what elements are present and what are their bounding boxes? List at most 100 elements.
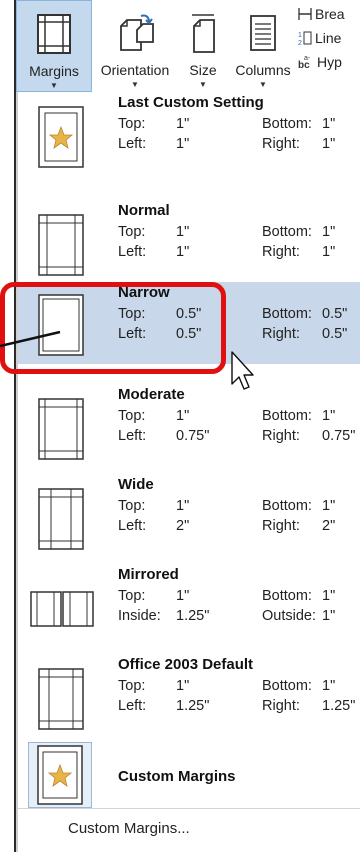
top-value: 1" (176, 224, 190, 240)
columns-icon (248, 10, 278, 56)
top-label: Top: (118, 408, 146, 424)
right-label: Right: (262, 518, 300, 534)
margins-button[interactable]: Margins ▼ (16, 0, 92, 92)
columns-label: Columns (235, 62, 291, 78)
right-value: 0.75" (322, 428, 356, 444)
chevron-down-icon: ▼ (131, 80, 139, 89)
item-title: Moderate (118, 386, 185, 403)
inside-label: Inside: (118, 608, 161, 624)
line-numbers-label: Line (315, 30, 342, 46)
margin-values-row: Top: 0.5" Bottom: 0.5" (118, 306, 347, 322)
margin-values-row: Top: 1" Bottom: 1" (118, 588, 335, 604)
breaks-label: Brea (315, 6, 345, 22)
menu-divider (18, 808, 360, 809)
top-value: 1" (176, 678, 190, 694)
right-value: 2" (322, 518, 336, 534)
bottom-label: Bottom: (262, 588, 312, 604)
menu-item-normal[interactable]: Normal Top: 1" Bottom: 1" Left: 1" Right: 1" (18, 200, 360, 280)
right-value: 0.5" (322, 326, 348, 342)
item-title: Narrow (118, 284, 170, 301)
left-label: Left: (118, 326, 147, 342)
left-value: 1" (176, 244, 190, 260)
page-margins-mirrored-icon (30, 578, 94, 640)
outside-value: 1" (322, 608, 336, 624)
chevron-down-icon: ▼ (199, 80, 207, 89)
inside-value: 1.25" (176, 608, 210, 624)
margin-values-row: Left: 1" Right: 1" (118, 244, 335, 260)
menu-item-custom-margins[interactable]: Custom Margins (18, 742, 360, 808)
left-value: 1.25" (176, 698, 210, 714)
menu-item-mirrored[interactable]: Mirrored Top: 1" Bottom: 1" Inside: 1.25" Out… (18, 564, 360, 644)
svg-text:2: 2 (298, 40, 302, 46)
bottom-value: 1" (322, 678, 336, 694)
top-label: Top: (118, 498, 146, 514)
right-label: Right: (262, 326, 300, 342)
item-title: Last Custom Setting (118, 94, 264, 111)
bottom-value: 1" (322, 116, 336, 132)
margin-values-row: Top: 1" Bottom: 1" (118, 224, 335, 240)
bottom-label: Bottom: (262, 116, 312, 132)
bottom-label: Bottom: (262, 306, 312, 322)
left-value: 0.5" (176, 326, 202, 342)
hyphenation-button[interactable]: bc a- Hyp (298, 54, 342, 70)
margin-values-row: Top: 1" Bottom: 1" (118, 678, 335, 694)
right-label: Right: (262, 428, 300, 444)
left-value: 0.75" (176, 428, 210, 444)
menu-item-last-custom-setting[interactable]: Last Custom Setting Top: 1" Bottom: 1" Left… (18, 92, 360, 186)
chevron-down-icon: ▼ (259, 80, 267, 89)
line-numbers-icon: 1 2 (298, 31, 312, 46)
hyphenation-icon: bc a- (298, 55, 311, 70)
bottom-value: 0.5" (322, 306, 348, 322)
right-label: Right: (262, 244, 300, 260)
size-icon (188, 10, 218, 56)
bottom-value: 1" (322, 408, 336, 424)
bottom-value: 1" (322, 588, 336, 604)
menu-item-moderate[interactable]: Moderate Top: 1" Bottom: 1" Left: 0.75" Right… (18, 384, 360, 464)
bottom-label: Bottom: (262, 678, 312, 694)
page-layout-ribbon: Margins ▼ Orientation ▼ Size ▼ Columns ▼… (16, 0, 360, 93)
margins-label: Margins (29, 63, 79, 79)
left-label: Left: (118, 136, 147, 152)
custom-margins-link[interactable]: Custom Margins... (68, 820, 190, 837)
margin-values-row: Top: 1" Bottom: 1" (118, 408, 335, 424)
left-value: 1" (176, 136, 190, 152)
left-label: Left: (118, 698, 147, 714)
margins-icon (36, 11, 72, 57)
margin-values-row: Top: 1" Bottom: 1" (118, 498, 335, 514)
menu-item-wide[interactable]: Wide Top: 1" Bottom: 1" Left: 2" Right: 2" (18, 474, 360, 554)
top-value: 1" (176, 116, 190, 132)
bottom-label: Bottom: (262, 224, 312, 240)
page-margins-moderate-icon (38, 398, 84, 460)
top-label: Top: (118, 306, 146, 322)
page-star-icon (28, 742, 92, 808)
hyphenation-label: Hyp (317, 54, 342, 70)
margin-values-row: Left: 1.25" Right: 1.25" (118, 698, 355, 714)
line-numbers-button[interactable]: 1 2 Line (298, 30, 341, 46)
top-label: Top: (118, 588, 146, 604)
right-value: 1" (322, 136, 336, 152)
top-label: Top: (118, 224, 146, 240)
top-value: 1" (176, 408, 190, 424)
menu-item-narrow[interactable]: Narrow Top: 0.5" Bottom: 0.5" Left: 0.5" Righ… (18, 282, 360, 364)
top-value: 1" (176, 588, 190, 604)
page-margins-wide-icon (38, 488, 84, 550)
chevron-down-icon: ▼ (50, 81, 58, 90)
orientation-label: Orientation (100, 62, 170, 78)
left-value: 2" (176, 518, 190, 534)
page-margins-narrow-icon (38, 294, 84, 356)
bottom-label: Bottom: (262, 498, 312, 514)
breaks-button[interactable]: Brea (298, 6, 345, 22)
outside-label: Outside: (262, 608, 316, 624)
page-margins-office2003-icon (38, 668, 84, 730)
page-margins-normal-icon (38, 214, 84, 276)
columns-button[interactable]: Columns ▼ (228, 0, 298, 92)
svg-text:1: 1 (298, 32, 302, 39)
size-button[interactable]: Size ▼ (178, 0, 228, 92)
item-title: Normal (118, 202, 170, 219)
orientation-button[interactable]: Orientation ▼ (92, 0, 178, 92)
menu-item-office-2003-default[interactable]: Office 2003 Default Top: 1" Bottom: 1" Left… (18, 654, 360, 734)
top-value: 0.5" (176, 306, 202, 322)
right-label: Right: (262, 698, 300, 714)
menu-footer: Custom Margins... (16, 808, 360, 852)
page-star-icon (38, 106, 84, 168)
